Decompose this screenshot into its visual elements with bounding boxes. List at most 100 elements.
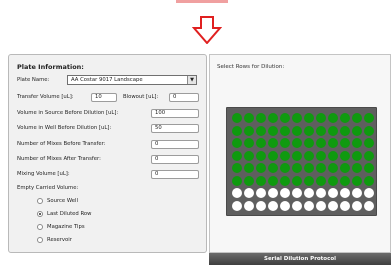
- chevron-down-icon[interactable]: ▼: [187, 76, 196, 84]
- volume-well-input[interactable]: 50: [151, 124, 199, 133]
- well-filled[interactable]: [352, 175, 362, 186]
- well-filled[interactable]: [232, 125, 242, 136]
- well-empty[interactable]: [304, 188, 314, 198]
- well-filled[interactable]: [268, 113, 278, 123]
- well-filled[interactable]: [292, 138, 302, 148]
- well-filled[interactable]: [340, 150, 350, 161]
- well-filled[interactable]: [280, 150, 290, 161]
- well-filled[interactable]: [364, 175, 374, 186]
- well-filled[interactable]: [232, 138, 242, 148]
- well-filled[interactable]: [316, 150, 326, 161]
- radio-button-selected[interactable]: [37, 211, 43, 217]
- well-filled[interactable]: [316, 113, 326, 123]
- well-filled[interactable]: [268, 150, 278, 161]
- well-filled[interactable]: [244, 125, 254, 136]
- well-filled[interactable]: [268, 175, 278, 186]
- mixes-after-input[interactable]: 0: [151, 155, 199, 164]
- well-filled[interactable]: [328, 175, 338, 186]
- well-filled[interactable]: [244, 138, 254, 148]
- well-filled[interactable]: [316, 125, 326, 136]
- well-filled[interactable]: [340, 163, 350, 173]
- radio-button[interactable]: [37, 224, 43, 230]
- well-filled[interactable]: [340, 175, 350, 186]
- well-filled[interactable]: [340, 125, 350, 136]
- well-filled[interactable]: [280, 138, 290, 148]
- well-filled[interactable]: [256, 125, 266, 136]
- well-filled[interactable]: [244, 150, 254, 161]
- well-filled[interactable]: [304, 113, 314, 123]
- well-filled[interactable]: [256, 150, 266, 161]
- well-filled[interactable]: [340, 138, 350, 148]
- well-empty[interactable]: [280, 188, 290, 198]
- well-empty[interactable]: [328, 188, 338, 198]
- well-filled[interactable]: [352, 150, 362, 161]
- well-filled[interactable]: [364, 125, 374, 136]
- well-filled[interactable]: [340, 113, 350, 123]
- well-empty[interactable]: [280, 200, 290, 211]
- well-filled[interactable]: [364, 138, 374, 148]
- well-filled[interactable]: [352, 113, 362, 123]
- well-filled[interactable]: [256, 175, 266, 186]
- well-filled[interactable]: [328, 125, 338, 136]
- well-filled[interactable]: [352, 163, 362, 173]
- well-filled[interactable]: [256, 163, 266, 173]
- plate-name-select[interactable]: AA Costar 9017 Landscape ▼: [67, 75, 197, 85]
- well-empty[interactable]: [232, 200, 242, 211]
- well-filled[interactable]: [328, 138, 338, 148]
- well-filled[interactable]: [232, 163, 242, 173]
- well-empty[interactable]: [244, 188, 254, 198]
- well-filled[interactable]: [280, 125, 290, 136]
- well-filled[interactable]: [244, 163, 254, 173]
- well-filled[interactable]: [304, 175, 314, 186]
- well-filled[interactable]: [292, 150, 302, 161]
- well-empty[interactable]: [256, 200, 266, 211]
- well-filled[interactable]: [280, 113, 290, 123]
- well-empty[interactable]: [256, 188, 266, 198]
- well-filled[interactable]: [304, 138, 314, 148]
- well-filled[interactable]: [316, 163, 326, 173]
- well-empty[interactable]: [304, 200, 314, 211]
- well-filled[interactable]: [244, 175, 254, 186]
- well-filled[interactable]: [328, 150, 338, 161]
- well-filled[interactable]: [316, 175, 326, 186]
- well-filled[interactable]: [364, 150, 374, 161]
- well-empty[interactable]: [364, 188, 374, 198]
- well-filled[interactable]: [304, 150, 314, 161]
- well-filled[interactable]: [280, 163, 290, 173]
- well-empty[interactable]: [232, 188, 242, 198]
- well-empty[interactable]: [292, 200, 302, 211]
- well-filled[interactable]: [352, 125, 362, 136]
- radio-button[interactable]: [37, 198, 43, 204]
- well-empty[interactable]: [316, 188, 326, 198]
- well-filled[interactable]: [304, 125, 314, 136]
- volume-source-input[interactable]: 100: [151, 109, 199, 118]
- well-empty[interactable]: [340, 200, 350, 211]
- well-filled[interactable]: [232, 113, 242, 123]
- well-filled[interactable]: [328, 163, 338, 173]
- well-filled[interactable]: [352, 138, 362, 148]
- well-filled[interactable]: [304, 163, 314, 173]
- well-filled[interactable]: [328, 113, 338, 123]
- mixing-volume-input[interactable]: 0: [151, 170, 199, 179]
- well-empty[interactable]: [340, 188, 350, 198]
- well-empty[interactable]: [364, 200, 374, 211]
- well-filled[interactable]: [268, 125, 278, 136]
- well-empty[interactable]: [352, 200, 362, 211]
- well-filled[interactable]: [292, 125, 302, 136]
- well-empty[interactable]: [328, 200, 338, 211]
- well-filled[interactable]: [364, 163, 374, 173]
- well-empty[interactable]: [268, 200, 278, 211]
- well-empty[interactable]: [292, 188, 302, 198]
- blowout-input[interactable]: 0: [169, 93, 199, 102]
- well-filled[interactable]: [268, 138, 278, 148]
- well-empty[interactable]: [352, 188, 362, 198]
- well-empty[interactable]: [316, 200, 326, 211]
- well-filled[interactable]: [364, 113, 374, 123]
- well-empty[interactable]: [244, 200, 254, 211]
- mixes-before-input[interactable]: 0: [151, 140, 199, 149]
- well-filled[interactable]: [292, 113, 302, 123]
- well-filled[interactable]: [256, 113, 266, 123]
- well-filled[interactable]: [316, 138, 326, 148]
- well-filled[interactable]: [244, 113, 254, 123]
- well-filled[interactable]: [232, 150, 242, 161]
